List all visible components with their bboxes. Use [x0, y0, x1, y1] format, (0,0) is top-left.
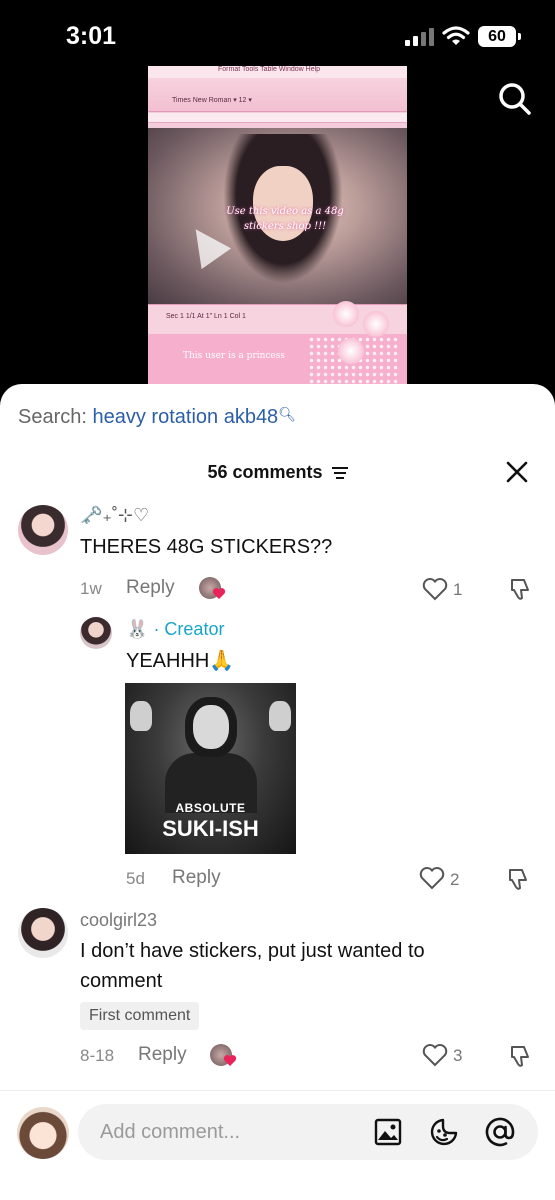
comment-time: 1w: [80, 579, 102, 598]
search-small-icon: 🔍︎: [278, 406, 296, 422]
comments-sheet: Search: heavy rotation akb48🔍︎ 56 commen…: [0, 384, 555, 1200]
video-toolbar: Times New Roman ▾ 12 ▾: [148, 78, 407, 112]
dislike-icon[interactable]: [508, 576, 532, 602]
reply-button[interactable]: Reply: [138, 1044, 187, 1066]
mention-icon[interactable]: [485, 1117, 515, 1147]
comment-input[interactable]: [100, 1116, 360, 1148]
sort-icon[interactable]: [331, 467, 348, 480]
like-icon[interactable]: [422, 1043, 448, 1067]
sticker-hand-right: [269, 701, 291, 731]
avatar[interactable]: [18, 908, 68, 958]
search-query[interactable]: heavy rotation akb48: [93, 406, 279, 428]
video-player[interactable]: Format Tools Table Window Help Times New…: [148, 66, 407, 384]
battery-indicator: 60: [478, 26, 521, 47]
first-comment-badge: First comment: [80, 1002, 200, 1030]
reply-username-text: 🐰: [126, 619, 149, 639]
reply-username[interactable]: 🐰 · Creator: [126, 619, 224, 640]
video-ruler: [148, 113, 407, 123]
clock: 3:01: [66, 22, 117, 50]
video-princess-text: This user is a princess: [183, 351, 285, 361]
like-icon[interactable]: [419, 866, 445, 890]
avatar[interactable]: [18, 505, 68, 555]
dislike-icon[interactable]: [508, 1043, 532, 1069]
video-overlay-text: Use this video as a 48g stickers shop !!…: [226, 206, 344, 232]
comment-text: THERES 48G STICKERS??: [80, 536, 333, 558]
heart-badge-icon: [212, 588, 226, 599]
comment-text: I don’t have stickers, put just wanted t…: [80, 940, 425, 992]
image-icon[interactable]: [374, 1118, 402, 1146]
flower-icon: [363, 311, 389, 337]
creator-label: · Creator: [153, 619, 225, 639]
search-icon[interactable]: [498, 82, 532, 116]
heart-badge-icon: [223, 1055, 237, 1066]
avatar[interactable]: [80, 617, 112, 649]
sticker-caption-top: ABSOLUTE: [175, 801, 246, 815]
reply-button[interactable]: Reply: [172, 867, 221, 889]
comment-input-wrapper[interactable]: [78, 1104, 538, 1160]
comment-count: 56 comments: [207, 462, 323, 482]
comment-time: 8-18: [80, 1046, 115, 1065]
video-font-select: Times New Roman ▾ 12 ▾: [172, 97, 252, 104]
signal-icon: [405, 28, 434, 46]
video-menubar: Format Tools Table Window Help: [148, 66, 407, 78]
like-count: 3: [453, 1046, 463, 1065]
comment-username[interactable]: 🗝️₊˚⊹♡: [80, 505, 149, 526]
comments-header: 56 comments: [0, 462, 555, 483]
search-prefix: Search:: [18, 406, 87, 428]
reply-button[interactable]: Reply: [126, 577, 175, 599]
comment-composer-bar: [0, 1090, 555, 1200]
my-avatar[interactable]: [17, 1107, 69, 1159]
sticker-caption-main: SUKI-ISH: [162, 816, 259, 841]
comment-text: YEAHHH🙏: [126, 650, 235, 672]
flower-icon: [338, 338, 364, 364]
dislike-icon[interactable]: [506, 866, 530, 892]
status-bar: 3:01 60: [0, 0, 555, 70]
comment-username[interactable]: coolgirl23: [80, 910, 157, 931]
like-count: 2: [450, 870, 460, 889]
close-icon[interactable]: [505, 460, 529, 484]
emoji-sticker-icon[interactable]: [429, 1117, 459, 1147]
flower-icon: [333, 301, 359, 327]
comment-time: 5d: [126, 869, 145, 888]
sticker-hand-left: [130, 701, 152, 731]
comment-sticker-image[interactable]: ABSOLUTE SUKI-ISH: [125, 683, 296, 854]
search-suggestion[interactable]: Search: heavy rotation akb48🔍︎: [18, 406, 296, 429]
like-count: 1: [453, 580, 463, 599]
wifi-icon: [442, 26, 470, 45]
like-icon[interactable]: [422, 577, 448, 601]
sticker-face: [193, 705, 229, 749]
